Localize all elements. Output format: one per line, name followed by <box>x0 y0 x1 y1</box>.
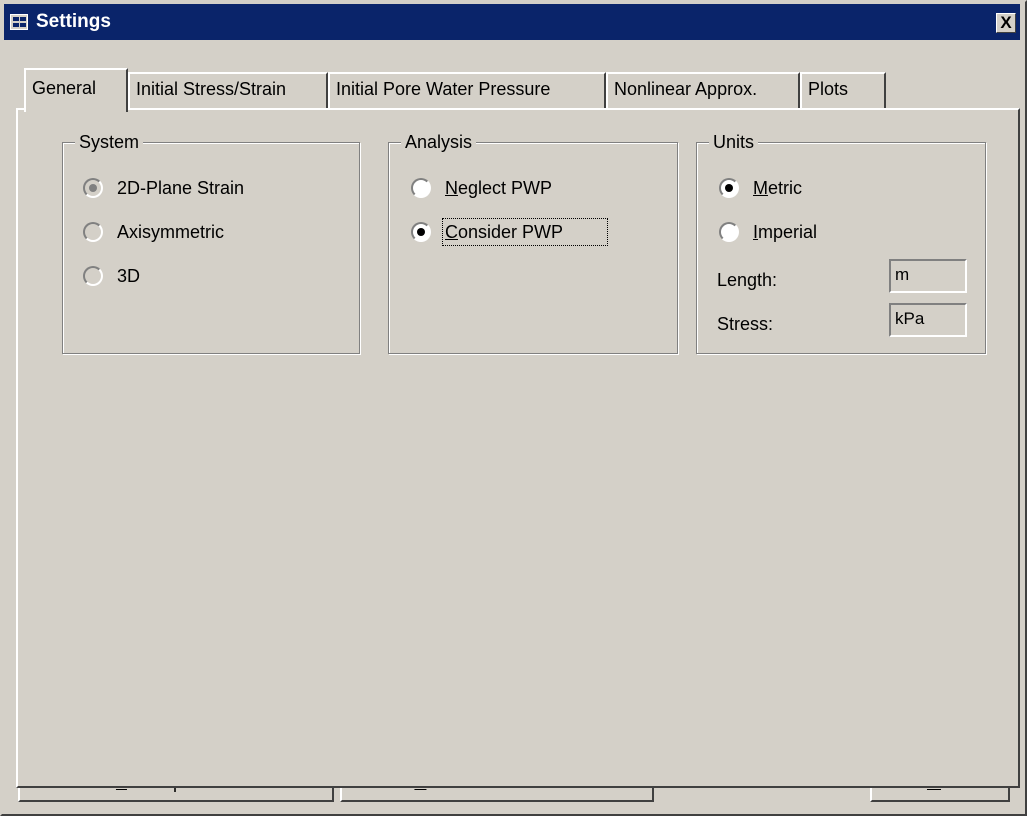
radio-button-icon <box>719 222 739 242</box>
tab-initial-pore-water-pressure[interactable]: Initial Pore Water Pressure <box>328 72 606 108</box>
tab-label: Nonlinear Approx. <box>614 79 758 99</box>
tab-plots[interactable]: Plots <box>800 72 886 108</box>
form-icon <box>10 14 28 30</box>
radio-button-icon <box>411 178 431 198</box>
close-button[interactable]: X <box>996 13 1016 33</box>
length-field[interactable]: m <box>889 259 967 293</box>
window-title: Settings <box>36 11 111 32</box>
title-bar[interactable]: Settings X <box>4 4 1020 40</box>
radio-label: Axisymmetric <box>117 222 224 242</box>
settings-dialog: Settings X General Initial Stress/Strain… <box>0 0 1027 816</box>
radio-label: Imperial <box>753 222 818 242</box>
radio-label: Neglect PWP <box>445 178 553 198</box>
analysis-legend: Analysis <box>401 131 477 153</box>
close-icon: X <box>1000 13 1012 32</box>
radio-button-icon <box>411 222 431 242</box>
tab-label: Plots <box>808 79 849 99</box>
radio-label: Metric <box>753 178 803 198</box>
system-legend: System <box>75 131 144 153</box>
tab-panel-general: System 2D-Plane Strain Axisymmetric 3D A… <box>16 108 1020 788</box>
stress-label: Stress: <box>717 314 774 334</box>
tab-label: General <box>32 78 97 98</box>
tab-label: Initial Stress/Strain <box>136 79 287 99</box>
units-legend: Units <box>709 131 759 153</box>
stress-field[interactable]: kPa <box>889 303 967 337</box>
tab-label: Initial Pore Water Pressure <box>336 79 551 99</box>
analysis-group: Analysis Neglect PWP Consider PWP <box>388 131 678 354</box>
units-group: Units Metric Imperial Length: m Stress: … <box>696 131 986 354</box>
radio-label: 3D <box>117 266 141 286</box>
dialog-body: General Initial Stress/Strain Initial Po… <box>4 40 1020 810</box>
radio-button-icon <box>83 266 103 286</box>
tab-general[interactable]: General <box>24 68 128 112</box>
tab-nonlinear-approx[interactable]: Nonlinear Approx. <box>606 72 800 108</box>
radio-button-icon <box>83 222 103 242</box>
radio-button-icon <box>719 178 739 198</box>
radio-label: 2D-Plane Strain <box>117 178 245 198</box>
length-label: Length: <box>717 270 778 290</box>
radio-label: Consider PWP <box>441 218 609 246</box>
system-group: System 2D-Plane Strain Axisymmetric 3D <box>62 131 360 354</box>
radio-button-icon <box>83 178 103 198</box>
tab-initial-stress-strain[interactable]: Initial Stress/Strain <box>128 72 328 108</box>
